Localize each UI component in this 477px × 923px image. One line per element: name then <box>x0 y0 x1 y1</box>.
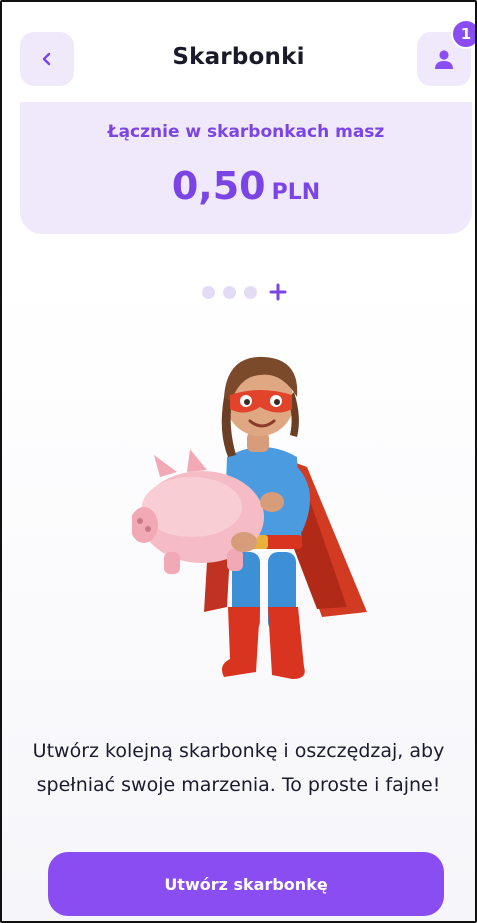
summary-amount: 0,50 PLN <box>20 164 472 208</box>
page-title: Skarbonki <box>172 44 305 70</box>
plus-icon <box>269 283 287 301</box>
description-text: Utwórz kolejną skarbonkę i oszczędzaj, a… <box>32 740 445 796</box>
header: Skarbonki 1 <box>2 2 475 102</box>
app-screen: Skarbonki 1 Łącznie w skarbonkach masz 0… <box>0 0 477 923</box>
savings-summary-card: Łącznie w skarbonkach masz 0,50 PLN <box>20 102 472 234</box>
create-piggybank-button[interactable]: Utwórz skarbonkę <box>48 852 444 916</box>
piggybank-pager <box>202 282 289 302</box>
pager-dot[interactable] <box>202 285 215 299</box>
amount-value: 0,50 <box>171 164 266 208</box>
summary-label: Łącznie w skarbonkach masz <box>107 122 385 142</box>
amount-currency: PLN <box>271 180 321 205</box>
user-icon <box>435 50 453 69</box>
superhero-piggybank-illustration <box>132 356 367 679</box>
pager-dot[interactable] <box>244 285 257 299</box>
add-piggybank-button[interactable] <box>267 281 289 303</box>
notification-badge: 1 <box>451 19 475 49</box>
pager-dot[interactable] <box>223 285 236 299</box>
